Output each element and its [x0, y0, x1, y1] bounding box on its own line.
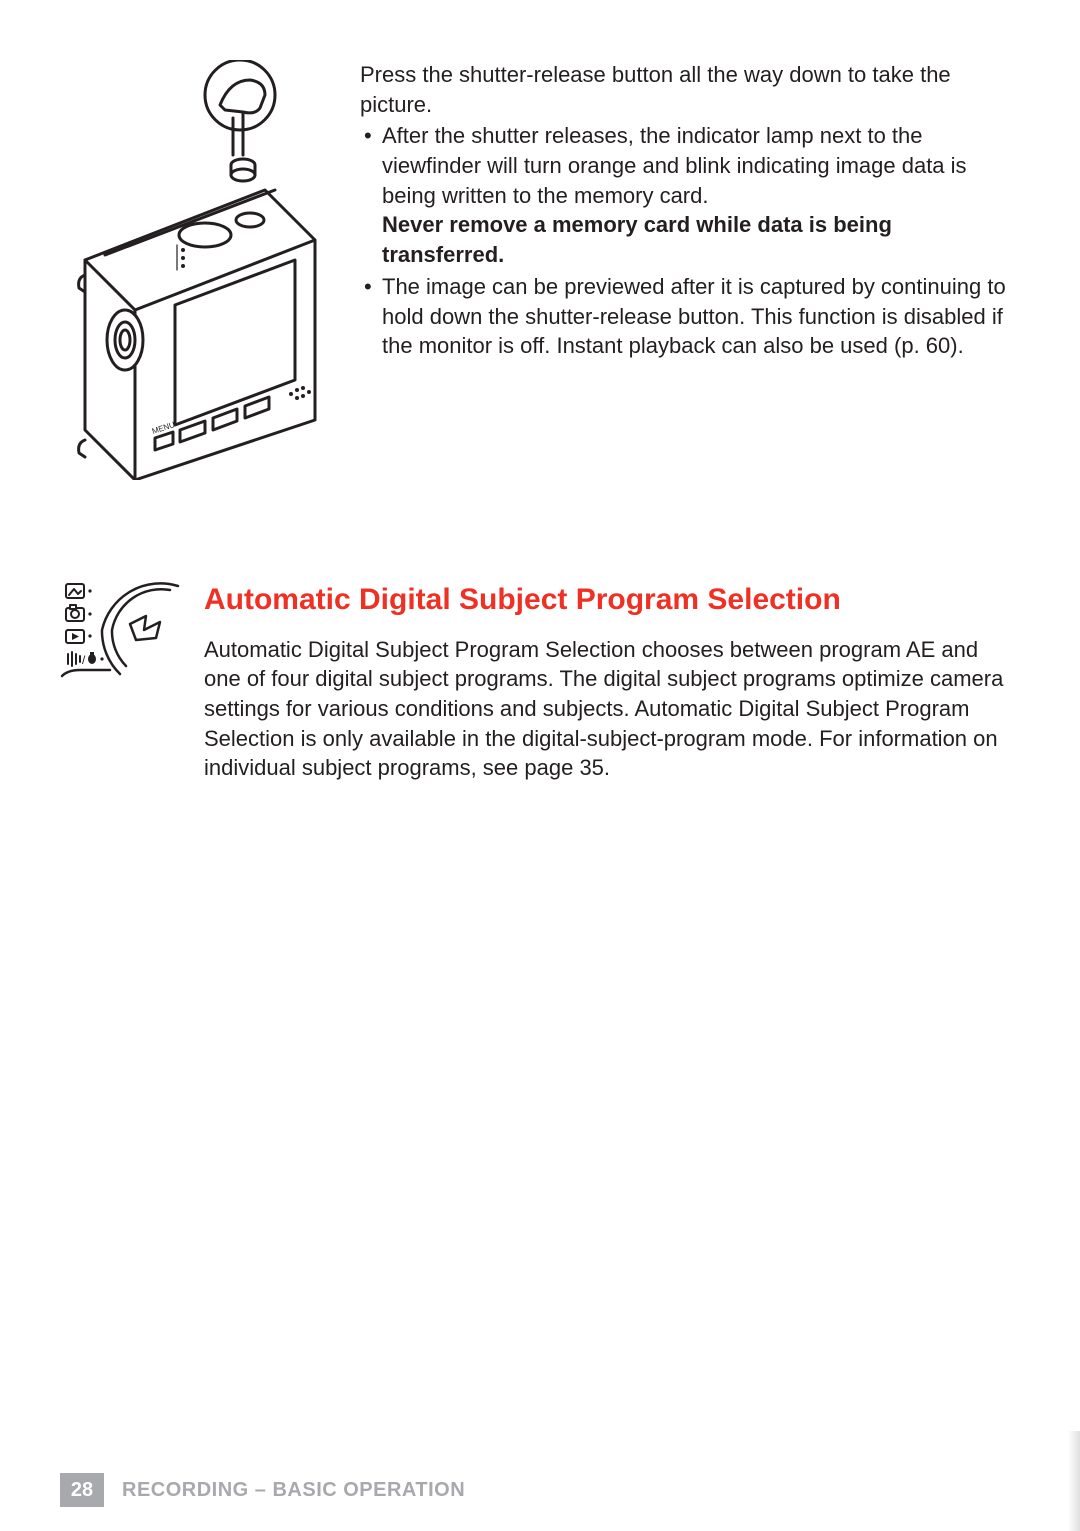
manual-page: MENU Press the shutter-release button al… [0, 0, 1080, 1529]
auto-subject-text: Automatic Digital Subject Program Select… [204, 580, 1020, 785]
footer-bar: 28 RECORDING – BASIC OPERATION [60, 1471, 1080, 1509]
shutter-release-section: MENU Press the shutter-release button al… [60, 60, 1020, 480]
bullet1-text-b: Never remove a memory card while data is… [382, 212, 892, 267]
section-body: Automatic Digital Subject Program Select… [204, 635, 1020, 783]
bullet-item-1: After the shutter releases, the indicato… [360, 121, 1020, 269]
bullet-list: After the shutter releases, the indicato… [360, 121, 1020, 361]
bullet-item-2: The image can be previewed after it is c… [360, 272, 1020, 361]
auto-subject-section: / Automatic Digital Subject Program Sele… [60, 580, 1020, 785]
footer-section-title: RECORDING – BASIC OPERATION [122, 1479, 465, 1502]
intro-paragraph: Press the shutter-release button all the… [360, 60, 1020, 119]
bullet2-text: The image can be previewed after it is c… [382, 274, 1006, 358]
page-number: 28 [60, 1473, 104, 1507]
bullet1-text-a: After the shutter releases, the indicato… [382, 123, 967, 207]
svg-text:/: / [82, 653, 86, 667]
mode-dial-illustration: / [60, 580, 180, 680]
page-footer: 28 RECORDING – BASIC OPERATION [0, 1471, 1080, 1529]
camera-illustration: MENU [60, 60, 330, 480]
mode-dial-icon: / [60, 580, 180, 680]
camera-with-shutter-icon: MENU [65, 60, 325, 480]
section-heading: Automatic Digital Subject Program Select… [204, 580, 1020, 621]
shutter-release-text: Press the shutter-release button all the… [360, 60, 1020, 363]
page-edge-shadow [1068, 1431, 1080, 1531]
